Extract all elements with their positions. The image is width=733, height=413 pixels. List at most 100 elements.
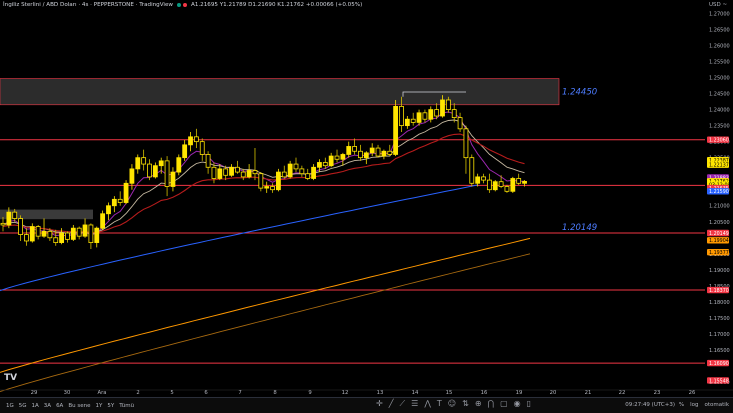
candle-body[interactable]	[176, 157, 182, 173]
candle-body[interactable]	[358, 150, 363, 159]
candle-body[interactable]	[6, 211, 12, 226]
candle-body[interactable]	[381, 150, 387, 157]
candle-body[interactable]	[53, 237, 59, 243]
candle-body[interactable]	[299, 168, 305, 175]
candle-body[interactable]	[199, 141, 205, 155]
candle-body[interactable]	[147, 163, 152, 178]
candle-body[interactable]	[469, 157, 475, 184]
candle-body[interactable]	[270, 186, 275, 191]
candle-body[interactable]	[504, 186, 510, 192]
candle-body[interactable]	[457, 117, 463, 130]
candle-body[interactable]	[393, 105, 399, 155]
measure-icon[interactable]: ⇅	[462, 400, 469, 408]
candle-body[interactable]	[217, 168, 223, 179]
candle-body[interactable]	[451, 109, 457, 119]
range-1y[interactable]: 1Y	[95, 403, 102, 409]
crosshair-icon[interactable]: ✛	[376, 400, 383, 408]
candle-body[interactable]	[252, 170, 258, 175]
candle-body[interactable]	[293, 163, 299, 170]
fib-icon[interactable]: ☰	[411, 400, 418, 408]
candle-body[interactable]	[141, 157, 147, 165]
level-annotation[interactable]: 1.24450	[562, 88, 597, 98]
pattern-icon[interactable]: ⋀	[424, 400, 431, 408]
candle-body[interactable]	[164, 160, 170, 187]
candle-body[interactable]	[88, 224, 94, 243]
candle-body[interactable]	[375, 147, 381, 157]
candle-body[interactable]	[193, 136, 199, 143]
lock-icon[interactable]: ▢	[500, 400, 508, 408]
log-toggle[interactable]: log	[690, 402, 698, 408]
candle-body[interactable]	[188, 136, 193, 146]
candle-body[interactable]	[106, 205, 111, 215]
range-1d[interactable]: 1G	[6, 403, 14, 409]
level-annotation[interactable]: 1.20149	[562, 223, 597, 233]
candle-body[interactable]	[369, 147, 375, 154]
candle-body[interactable]	[35, 226, 41, 237]
trash-icon[interactable]: ▯	[527, 400, 531, 408]
candle-body[interactable]	[129, 168, 135, 184]
candle-body[interactable]	[399, 105, 404, 127]
range-ytd[interactable]: Bu sene	[68, 403, 90, 409]
candle-body[interactable]	[229, 166, 234, 176]
candle-body[interactable]	[322, 162, 328, 167]
resistance-zone[interactable]	[0, 78, 560, 106]
auto-toggle[interactable]: otomatik	[705, 402, 729, 408]
candle-body[interactable]	[410, 118, 416, 123]
candle-body[interactable]	[404, 118, 410, 127]
candle-body[interactable]	[416, 112, 422, 123]
candle-body[interactable]	[76, 227, 82, 237]
candle-body[interactable]	[334, 155, 340, 160]
range-1m[interactable]: 1A	[32, 403, 39, 409]
eye-icon[interactable]: ◉	[514, 400, 521, 408]
candle-body[interactable]	[352, 146, 358, 152]
candle-body[interactable]	[234, 166, 240, 173]
magnet-icon[interactable]: ⋂	[488, 400, 495, 408]
percent-toggle[interactable]: %	[679, 402, 684, 408]
emoji-icon[interactable]: ☺	[448, 400, 456, 408]
candle-body[interactable]	[59, 232, 64, 243]
price-chart[interactable]: 1.27000 1.26500 1.26000 1.25500 1.25000 1.245…	[0, 0, 733, 412]
candle-body[interactable]	[258, 173, 264, 189]
candle-body[interactable]	[305, 173, 311, 179]
candle-body[interactable]	[47, 230, 53, 239]
candle-body[interactable]	[422, 112, 428, 120]
candle-body[interactable]	[111, 198, 117, 207]
text-icon[interactable]: T	[437, 400, 442, 408]
candle-body[interactable]	[328, 155, 334, 167]
candle-body[interactable]	[117, 198, 123, 203]
range-6m[interactable]: 6A	[56, 403, 63, 409]
candle-body[interactable]	[445, 99, 451, 110]
candle-body[interactable]	[434, 109, 440, 117]
candle-body[interactable]	[24, 234, 29, 242]
candle-body[interactable]	[240, 171, 246, 178]
candle-body[interactable]	[182, 144, 188, 159]
currency-label[interactable]: USD ~	[709, 2, 727, 8]
candle-body[interactable]	[498, 181, 504, 187]
range-all[interactable]: Tümü	[119, 403, 134, 409]
candle-body[interactable]	[311, 166, 316, 179]
zoom-icon[interactable]: ⊕	[475, 400, 482, 408]
candle-body[interactable]	[170, 171, 176, 187]
candle-body[interactable]	[65, 232, 70, 240]
trendline-icon[interactable]: ╱	[389, 400, 394, 408]
symbol-title[interactable]: İngiliz Sterlini / ABD Doları · 4s · PEP…	[3, 2, 173, 8]
candle-body[interactable]	[82, 224, 88, 237]
candle-body[interactable]	[123, 182, 129, 203]
candle-body[interactable]	[481, 176, 486, 181]
candle-body[interactable]	[486, 179, 492, 191]
candle-body[interactable]	[246, 170, 252, 178]
candle-body[interactable]	[340, 154, 346, 160]
candle-body[interactable]	[363, 152, 369, 159]
candle-body[interactable]	[211, 166, 217, 179]
candle-body[interactable]	[94, 227, 100, 243]
candle-body[interactable]	[135, 157, 141, 170]
range-3m[interactable]: 3A	[44, 403, 51, 409]
candle-body[interactable]	[12, 211, 18, 219]
candle-body[interactable]	[0, 222, 6, 226]
range-5d[interactable]: 5G	[19, 403, 27, 409]
candle-body[interactable]	[346, 146, 352, 155]
candle-body[interactable]	[29, 226, 35, 242]
candle-body[interactable]	[516, 178, 522, 184]
candle-body[interactable]	[463, 128, 469, 159]
candle-body[interactable]	[100, 213, 106, 229]
